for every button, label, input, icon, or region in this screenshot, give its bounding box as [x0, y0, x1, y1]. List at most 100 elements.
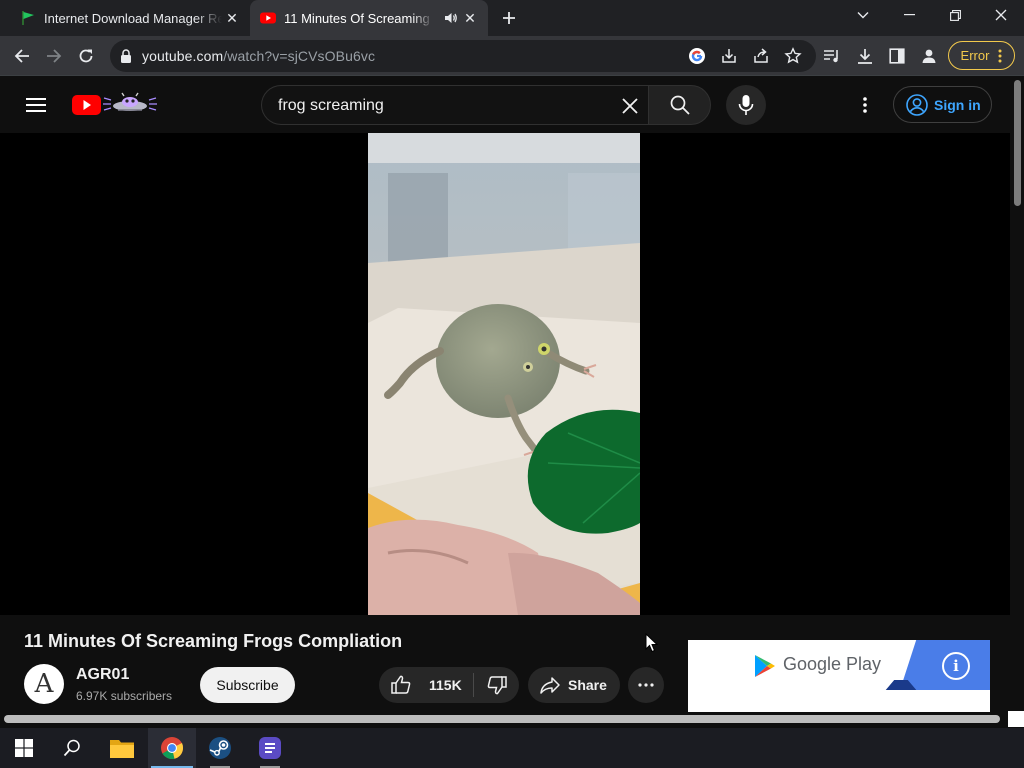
subscriber-count: 6.97K subscribers — [76, 689, 173, 703]
address-bar[interactable]: youtube.com/watch?v=sjCVsOBu6vc — [110, 40, 816, 72]
ad-lower-panel — [688, 690, 990, 712]
windows-logo-icon — [15, 739, 33, 757]
ad-info-icon[interactable]: i — [942, 652, 970, 680]
file-explorer-button[interactable] — [98, 728, 146, 768]
more-vertical-icon — [998, 49, 1002, 62]
account-circle-icon — [906, 93, 928, 116]
clear-search-icon[interactable] — [618, 94, 642, 118]
steam-icon — [209, 737, 231, 759]
microphone-icon — [738, 95, 754, 115]
like-button[interactable]: 115K — [379, 667, 474, 703]
playlist-icon — [824, 50, 838, 63]
person-icon — [922, 49, 936, 63]
tab-title: Internet Download Manager Reg — [44, 10, 222, 26]
restore-icon — [949, 9, 961, 21]
profile-error-button[interactable]: Error — [948, 41, 1015, 70]
close-icon — [995, 9, 1007, 21]
back-button[interactable] — [6, 40, 38, 72]
launcher-taskbar-button[interactable] — [246, 728, 294, 768]
profile-error-label: Error — [960, 48, 990, 63]
sign-in-button[interactable]: Sign in — [893, 86, 992, 123]
video-player[interactable] — [0, 133, 1010, 615]
browser-toolbar: youtube.com/watch?v=sjCVsOBu6vc Error — [0, 36, 1024, 76]
lock-icon[interactable] — [120, 49, 132, 63]
like-count: 115K — [429, 677, 462, 693]
chevron-down-icon — [857, 12, 869, 19]
minimize-icon — [903, 14, 915, 16]
download-icon — [858, 49, 872, 64]
tab-strip: Internet Download Manager Reg ✕ 11 Minut… — [0, 0, 1024, 36]
search-box — [261, 85, 648, 125]
chrome-taskbar-button[interactable] — [148, 728, 196, 768]
subscribe-button[interactable]: Subscribe — [200, 667, 295, 703]
plus-icon — [503, 12, 515, 24]
minimize-button[interactable] — [886, 0, 932, 30]
url-path: /watch?v=sjCVsOBu6vc — [223, 48, 376, 64]
thumbs-up-icon — [391, 675, 411, 694]
folder-icon — [110, 740, 134, 758]
idm-flag-icon — [22, 11, 34, 25]
video-title: 11 Minutes Of Screaming Frogs Compliatio… — [24, 631, 403, 651]
share-page-icon[interactable] — [752, 47, 770, 65]
url-text: youtube.com/watch?v=sjCVsOBu6vc — [142, 48, 375, 64]
channel-name[interactable]: AGR01 — [76, 666, 129, 684]
url-host: youtube.com — [142, 48, 224, 64]
tab-internet-download-manager[interactable]: Internet Download Manager Reg ✕ — [8, 0, 248, 36]
video-frame-frog-image — [368, 133, 640, 615]
speaker-audio-icon[interactable] — [444, 11, 458, 25]
search-icon — [63, 739, 80, 757]
voice-search-button[interactable] — [726, 85, 766, 125]
settings-menu-button[interactable] — [853, 93, 877, 117]
sign-in-label: Sign in — [934, 96, 981, 113]
scrollbar-corner — [1008, 711, 1024, 727]
side-panel-icon — [889, 48, 905, 64]
bookmark-star-icon[interactable] — [784, 47, 802, 65]
like-dislike-group: 115K — [379, 667, 519, 703]
share-button[interactable]: Share — [528, 667, 620, 703]
taskbar-search-button[interactable] — [48, 728, 96, 768]
hamburger-menu-icon[interactable] — [22, 93, 50, 117]
tab-search-button[interactable] — [840, 0, 886, 30]
search-icon — [670, 95, 690, 115]
close-window-button[interactable] — [978, 0, 1024, 30]
side-panel-button[interactable] — [881, 40, 913, 72]
steam-taskbar-button[interactable] — [196, 728, 244, 768]
more-vertical-icon — [863, 97, 867, 113]
dislike-button[interactable] — [475, 667, 519, 703]
thumbs-down-icon — [487, 676, 507, 695]
downloads-button[interactable] — [849, 40, 881, 72]
share-label: Share — [568, 677, 607, 693]
reload-icon — [79, 49, 93, 63]
youtube-doodle-logo[interactable] — [72, 92, 158, 118]
arrow-right-icon — [47, 49, 62, 63]
search-button[interactable] — [648, 85, 711, 125]
chrome-icon — [161, 737, 184, 759]
close-tab-icon[interactable]: ✕ — [462, 10, 478, 26]
forward-button[interactable] — [38, 40, 70, 72]
install-app-icon[interactable] — [720, 47, 738, 65]
like-divider — [473, 673, 474, 697]
google-play-ad[interactable]: Google Play i — [688, 640, 990, 712]
youtube-icon — [260, 12, 276, 24]
more-actions-button[interactable] — [628, 667, 664, 703]
restore-button[interactable] — [932, 0, 978, 30]
horizontal-scrollbar-thumb[interactable] — [4, 715, 1000, 723]
tab-title: 11 Minutes Of Screaming Fro — [284, 10, 434, 26]
vertical-scrollbar-thumb[interactable] — [1014, 80, 1021, 206]
arrow-left-icon — [14, 49, 29, 63]
google-lens-icon[interactable] — [688, 47, 706, 65]
google-play-icon — [755, 655, 775, 677]
tab-youtube[interactable]: 11 Minutes Of Screaming Fro ✕ — [250, 0, 488, 36]
start-button[interactable] — [0, 728, 48, 768]
ad-title: Google Play — [783, 654, 882, 674]
new-tab-button[interactable] — [498, 8, 520, 28]
reload-button[interactable] — [70, 40, 102, 72]
app-launcher-icon — [259, 737, 281, 759]
profile-button[interactable] — [913, 40, 945, 72]
mouse-pointer-icon — [645, 633, 659, 653]
reading-list-button[interactable] — [816, 40, 848, 72]
close-tab-icon[interactable]: ✕ — [224, 10, 240, 26]
channel-avatar[interactable]: A — [24, 664, 64, 704]
windows-taskbar — [0, 728, 1024, 768]
search-input[interactable] — [278, 95, 608, 117]
